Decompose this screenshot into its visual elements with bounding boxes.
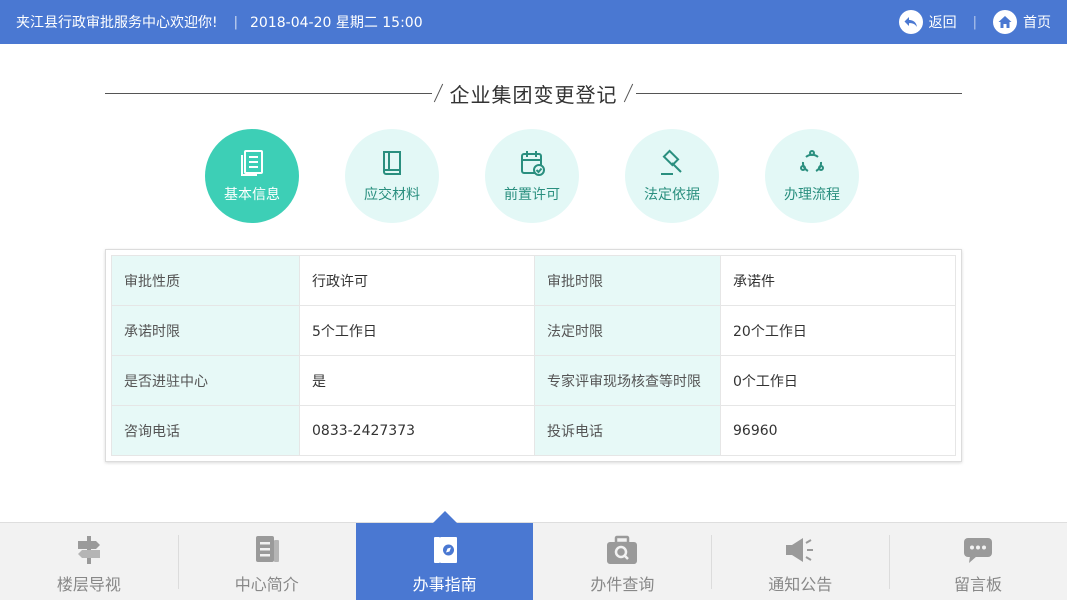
tab-process-flow[interactable]: 办理流程	[765, 129, 859, 223]
tab-label: 法定依据	[644, 187, 700, 203]
top-header: 夹江县行政审批服务中心欢迎你! | 2018-04-20 星期二 15:00 返…	[0, 0, 1067, 44]
tab-label: 办理流程	[784, 187, 840, 203]
info-table: 审批性质 行政许可 审批时限 承诺件 承诺时限 5个工作日 法定时限 20个工作…	[105, 249, 962, 462]
nav-label: 通知公告	[768, 575, 833, 594]
nav-floor-guide[interactable]: 楼层导视	[0, 523, 178, 600]
table-key: 审批性质	[111, 255, 300, 306]
search-case-icon	[604, 533, 640, 567]
nav-label: 办件查询	[590, 575, 655, 594]
document-icon	[249, 533, 285, 567]
title-right-slash	[622, 83, 636, 103]
tab-prior-permit[interactable]: 前置许可	[485, 129, 579, 223]
page-title-row: 企业集团变更登记	[105, 76, 962, 110]
tab-label: 前置许可	[504, 187, 560, 203]
back-label: 返回	[928, 15, 957, 31]
tab-basic-info[interactable]: 基本信息	[205, 129, 299, 223]
table-key: 审批时限	[534, 255, 721, 306]
tab-label: 基本信息	[224, 187, 280, 203]
table-key: 咨询电话	[111, 405, 300, 456]
table-row: 是否进驻中心 是 专家评审现场核查等时限 0个工作日	[111, 355, 956, 406]
table-value: 是	[299, 355, 535, 406]
table-value: 行政许可	[299, 255, 535, 306]
table-value: 承诺件	[720, 255, 956, 306]
header-nav-separator: |	[972, 14, 977, 30]
header-separator: |	[233, 14, 239, 30]
back-arrow-icon	[898, 10, 923, 34]
megaphone-icon	[782, 533, 818, 567]
guide-book-icon	[427, 533, 463, 567]
nav-label: 楼层导视	[56, 575, 121, 594]
table-key: 专家评审现场核查等时限	[534, 355, 721, 406]
table-row: 审批性质 行政许可 审批时限 承诺件	[111, 255, 956, 306]
table-value: 20个工作日	[720, 305, 956, 356]
book-icon	[377, 148, 407, 178]
table-value: 0个工作日	[720, 355, 956, 406]
bottom-nav: 楼层导视 中心简介 办事指南 办件查询 通知公告 留言板	[0, 511, 1067, 600]
process-cycle-icon	[797, 148, 827, 178]
tab-label: 应交材料	[364, 187, 420, 203]
table-value: 5个工作日	[299, 305, 535, 356]
table-row: 咨询电话 0833-2427373 投诉电话 96960	[111, 405, 956, 456]
table-key: 投诉电话	[534, 405, 721, 456]
nav-case-query[interactable]: 办件查询	[533, 523, 711, 600]
home-button[interactable]: 首页	[993, 10, 1051, 34]
tab-materials[interactable]: 应交材料	[345, 129, 439, 223]
nav-label: 留言板	[954, 575, 1003, 594]
title-right-line	[635, 92, 962, 94]
page-title: 企业集团变更登记	[449, 82, 618, 107]
home-label: 首页	[1023, 15, 1051, 31]
table-value: 96960	[720, 405, 956, 456]
nav-service-guide[interactable]: 办事指南	[355, 511, 534, 600]
home-icon	[993, 10, 1017, 34]
header-nav: 返回 | 首页	[898, 0, 1051, 44]
calendar-check-icon	[517, 148, 547, 178]
signpost-icon	[71, 533, 107, 567]
info-tabs: 基本信息 应交材料 前置许可 法定依据 办理流程	[205, 129, 859, 223]
nav-message-board[interactable]: 留言板	[889, 523, 1067, 600]
welcome-text: 夹江县行政审批服务中心欢迎你!	[16, 15, 218, 31]
chat-bubble-icon	[960, 533, 996, 567]
table-key: 是否进驻中心	[111, 355, 300, 406]
table-key: 承诺时限	[111, 305, 300, 356]
tab-legal-basis[interactable]: 法定依据	[625, 129, 719, 223]
nav-label: 中心简介	[234, 575, 299, 594]
title-left-slash	[432, 83, 446, 103]
nav-center-intro[interactable]: 中心简介	[177, 523, 356, 600]
table-row: 承诺时限 5个工作日 法定时限 20个工作日	[111, 305, 956, 356]
document-list-icon	[237, 148, 267, 178]
table-key: 法定时限	[534, 305, 721, 356]
nav-notices[interactable]: 通知公告	[711, 523, 889, 600]
back-button[interactable]: 返回	[898, 10, 957, 34]
gavel-icon	[657, 148, 687, 178]
nav-label: 办事指南	[412, 575, 477, 594]
datetime-text: 2018-04-20 星期二 15:00	[250, 15, 423, 31]
table-value: 0833-2427373	[299, 405, 535, 456]
title-left-line	[105, 92, 432, 94]
